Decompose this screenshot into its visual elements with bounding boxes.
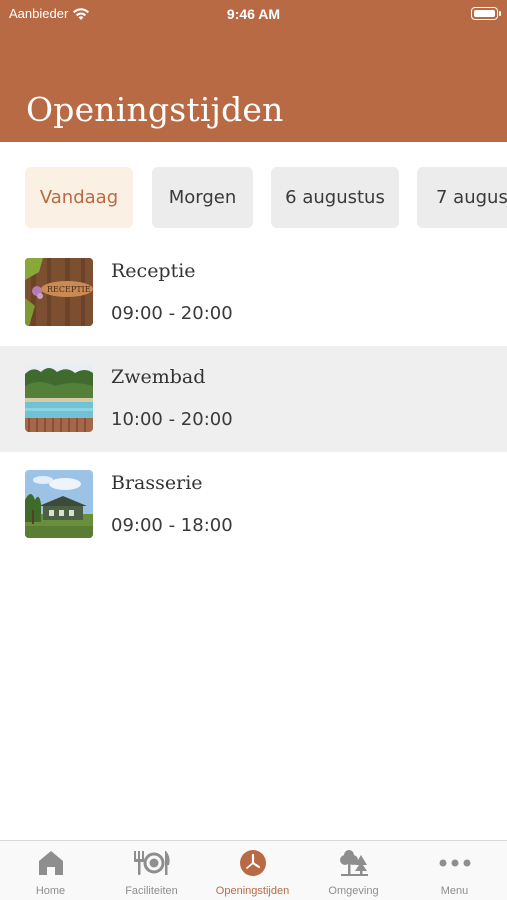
tab-label: Faciliteiten <box>125 885 178 897</box>
tab-label: Menu <box>440 885 469 897</box>
reception-sign-photo: RECEPTIE <box>25 258 93 326</box>
facility-row-zwembad[interactable]: Zwembad 10:00 - 20:00 <box>0 346 507 452</box>
facility-name: Zwembad <box>111 366 206 388</box>
more-dots-icon <box>439 859 470 867</box>
date-chip-today[interactable]: Vandaag <box>25 167 133 228</box>
clock-icon <box>239 850 266 876</box>
facility-list: RECEPTIE Receptie 09:00 - 20:00 Zwembad … <box>0 240 507 558</box>
brasserie-building-photo <box>25 470 93 538</box>
cutlery-icon <box>133 851 170 875</box>
tab-openingstijden[interactable]: Openingstijden <box>202 841 303 900</box>
tab-label: Home <box>35 885 66 897</box>
date-chip-aug-7[interactable]: 7 augustus <box>417 167 507 228</box>
battery-icon <box>471 7 501 20</box>
facility-hours: 09:00 - 18:00 <box>111 515 233 536</box>
tab-home[interactable]: Home <box>0 841 101 900</box>
svg-text:RECEPTIE: RECEPTIE <box>47 285 91 294</box>
date-chip-tomorrow[interactable]: Morgen <box>152 167 253 228</box>
status-bar: Aanbieder 9:46 AM <box>0 0 507 28</box>
date-selector[interactable]: Vandaag Morgen 6 augustus 7 augustus <box>0 167 507 228</box>
swimming-pool-photo <box>25 364 93 432</box>
facility-row-receptie[interactable]: RECEPTIE Receptie 09:00 - 20:00 <box>0 240 507 346</box>
status-time: 9:46 AM <box>226 6 281 22</box>
tab-menu[interactable]: Menu <box>404 841 505 900</box>
tab-omgeving[interactable]: Omgeving <box>303 841 404 900</box>
tab-bar: Home Faciliteiten Openingstijden Omgevin… <box>0 840 507 900</box>
facility-name: Brasserie <box>111 472 203 494</box>
tab-faciliteiten[interactable]: Faciliteiten <box>101 841 202 900</box>
app-header: Aanbieder 9:46 AM Openingstijden <box>0 0 507 142</box>
facility-name: Receptie <box>111 260 196 282</box>
facility-hours: 10:00 - 20:00 <box>111 409 233 430</box>
date-chip-aug-6[interactable]: 6 augustus <box>271 167 399 228</box>
trees-icon <box>339 850 368 876</box>
tab-label: Openingstijden <box>215 885 290 897</box>
home-icon <box>38 851 63 875</box>
page-title: Openingstijden <box>26 90 284 129</box>
facility-hours: 09:00 - 20:00 <box>111 303 233 324</box>
facility-row-brasserie[interactable]: Brasserie 09:00 - 18:00 <box>0 452 507 558</box>
tab-label: Omgeving <box>328 885 379 897</box>
